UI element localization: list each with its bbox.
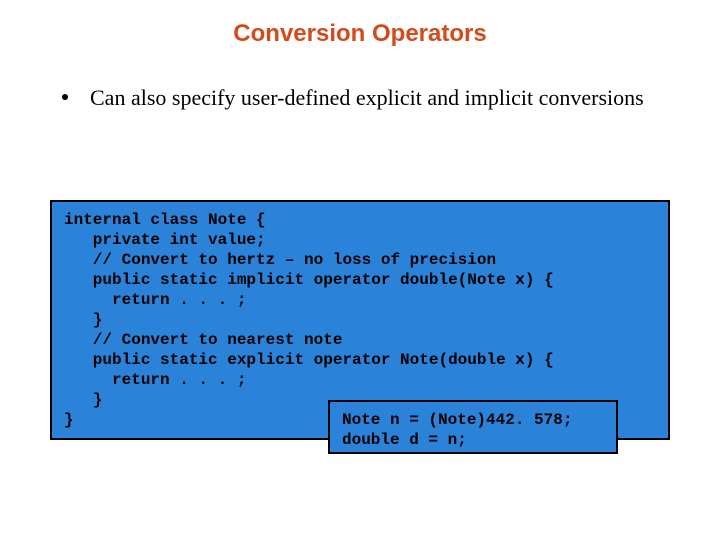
page-title: Conversion Operators bbox=[0, 20, 720, 48]
slide: Conversion Operators Can also specify us… bbox=[0, 0, 720, 540]
bullet-dot-icon bbox=[62, 94, 68, 100]
bullet-item: Can also specify user-defined explicit a… bbox=[0, 84, 720, 113]
bullet-text: Can also specify user-defined explicit a… bbox=[90, 85, 644, 110]
code-block-usage: Note n = (Note)442. 578; double d = n; bbox=[328, 400, 618, 454]
